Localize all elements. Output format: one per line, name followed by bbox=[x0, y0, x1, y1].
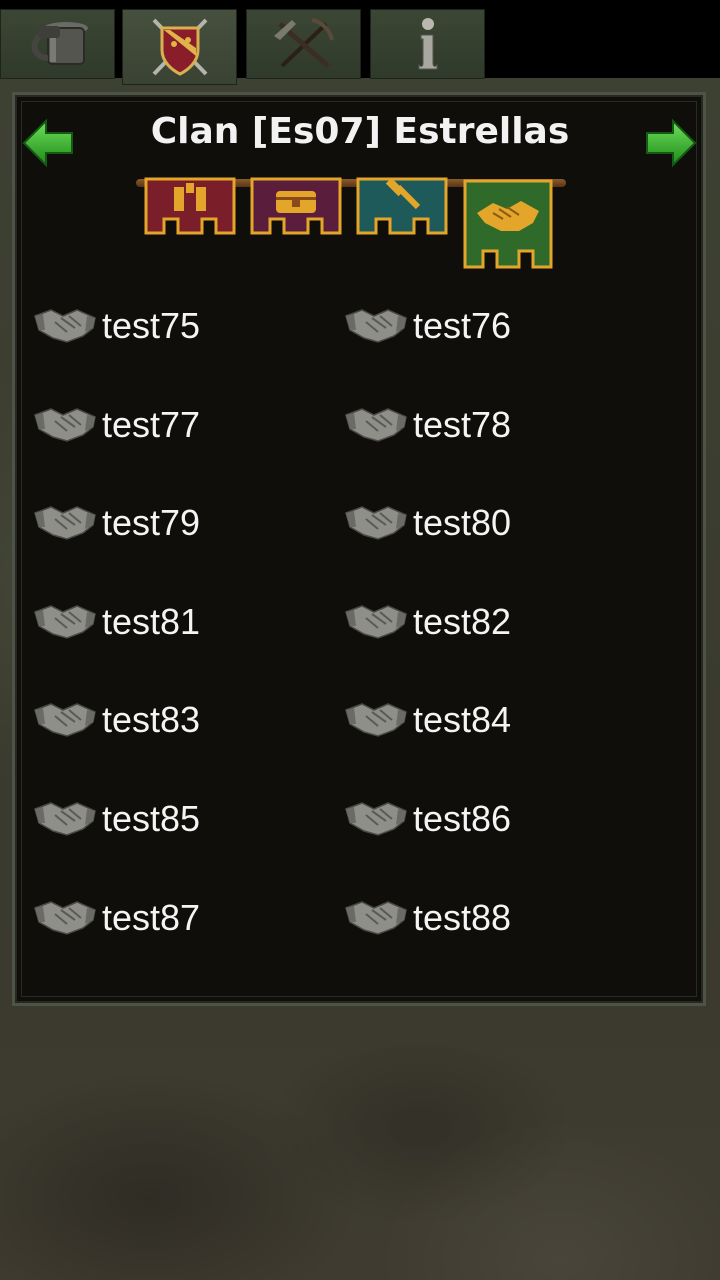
handshake-icon bbox=[34, 309, 96, 343]
member-item[interactable]: test77 bbox=[33, 395, 200, 455]
member-item[interactable]: test75 bbox=[33, 296, 200, 356]
member-item[interactable]: test88 bbox=[344, 888, 511, 948]
handshake-icon bbox=[345, 309, 407, 343]
handshake-icon bbox=[345, 802, 407, 836]
handshake-icon bbox=[345, 407, 407, 442]
handshake-icon bbox=[345, 703, 407, 738]
member-item[interactable]: test84 bbox=[344, 690, 511, 750]
member-name: test81 bbox=[102, 600, 201, 642]
member-item[interactable]: test83 bbox=[33, 690, 200, 750]
member-item[interactable]: test81 bbox=[33, 592, 200, 652]
banner-treasury[interactable] bbox=[250, 177, 342, 235]
tab-info[interactable] bbox=[370, 9, 485, 79]
handshake-icon bbox=[345, 506, 407, 540]
handshake-icon bbox=[345, 900, 407, 935]
tankard-icon bbox=[31, 22, 88, 65]
member-name: test83 bbox=[102, 699, 201, 741]
banner-alliances[interactable] bbox=[463, 179, 553, 269]
member-name: test85 bbox=[102, 798, 201, 839]
tab-clan[interactable] bbox=[122, 9, 237, 85]
member-name: test80 bbox=[413, 502, 512, 544]
crossbow-pickaxe-icon bbox=[273, 18, 334, 68]
handshake-icon bbox=[34, 506, 96, 540]
info-icon bbox=[418, 18, 437, 70]
handshake-icon bbox=[345, 604, 407, 639]
member-name: test88 bbox=[413, 896, 512, 938]
banner-members[interactable] bbox=[144, 177, 236, 235]
tab-tavern[interactable] bbox=[0, 9, 115, 79]
handshake-icon bbox=[34, 604, 96, 639]
previous-arrow-icon[interactable] bbox=[22, 118, 74, 168]
member-name: test78 bbox=[413, 403, 512, 445]
member-name: test79 bbox=[102, 502, 201, 544]
member-name: test84 bbox=[413, 699, 512, 741]
next-arrow-icon[interactable] bbox=[645, 118, 697, 168]
handshake-icon bbox=[34, 802, 96, 836]
member-item[interactable]: test78 bbox=[344, 395, 511, 455]
handshake-icon bbox=[34, 900, 96, 935]
handshake-icon bbox=[34, 407, 96, 442]
member-name: test82 bbox=[413, 600, 512, 642]
member-item[interactable]: test87 bbox=[33, 888, 200, 948]
member-item[interactable]: test86 bbox=[344, 789, 511, 849]
member-name: test87 bbox=[102, 896, 201, 938]
handshake-icon bbox=[34, 703, 96, 738]
chest-banner-icon bbox=[276, 191, 316, 213]
member-name: test86 bbox=[413, 798, 512, 839]
member-item[interactable]: test85 bbox=[33, 789, 200, 849]
member-item[interactable]: test82 bbox=[344, 592, 511, 652]
tab-weapons[interactable] bbox=[246, 9, 361, 79]
member-item[interactable]: test76 bbox=[344, 296, 511, 356]
member-name: test75 bbox=[102, 305, 201, 346]
member-item[interactable]: test80 bbox=[344, 493, 511, 553]
member-item[interactable]: test79 bbox=[33, 493, 200, 553]
member-name: test76 bbox=[413, 305, 512, 346]
banner-buildings[interactable] bbox=[356, 177, 448, 235]
shield-swords-icon bbox=[152, 18, 207, 76]
clan-title: Clan [Es07] Estrellas bbox=[150, 111, 570, 152]
member-name: test77 bbox=[102, 403, 201, 445]
